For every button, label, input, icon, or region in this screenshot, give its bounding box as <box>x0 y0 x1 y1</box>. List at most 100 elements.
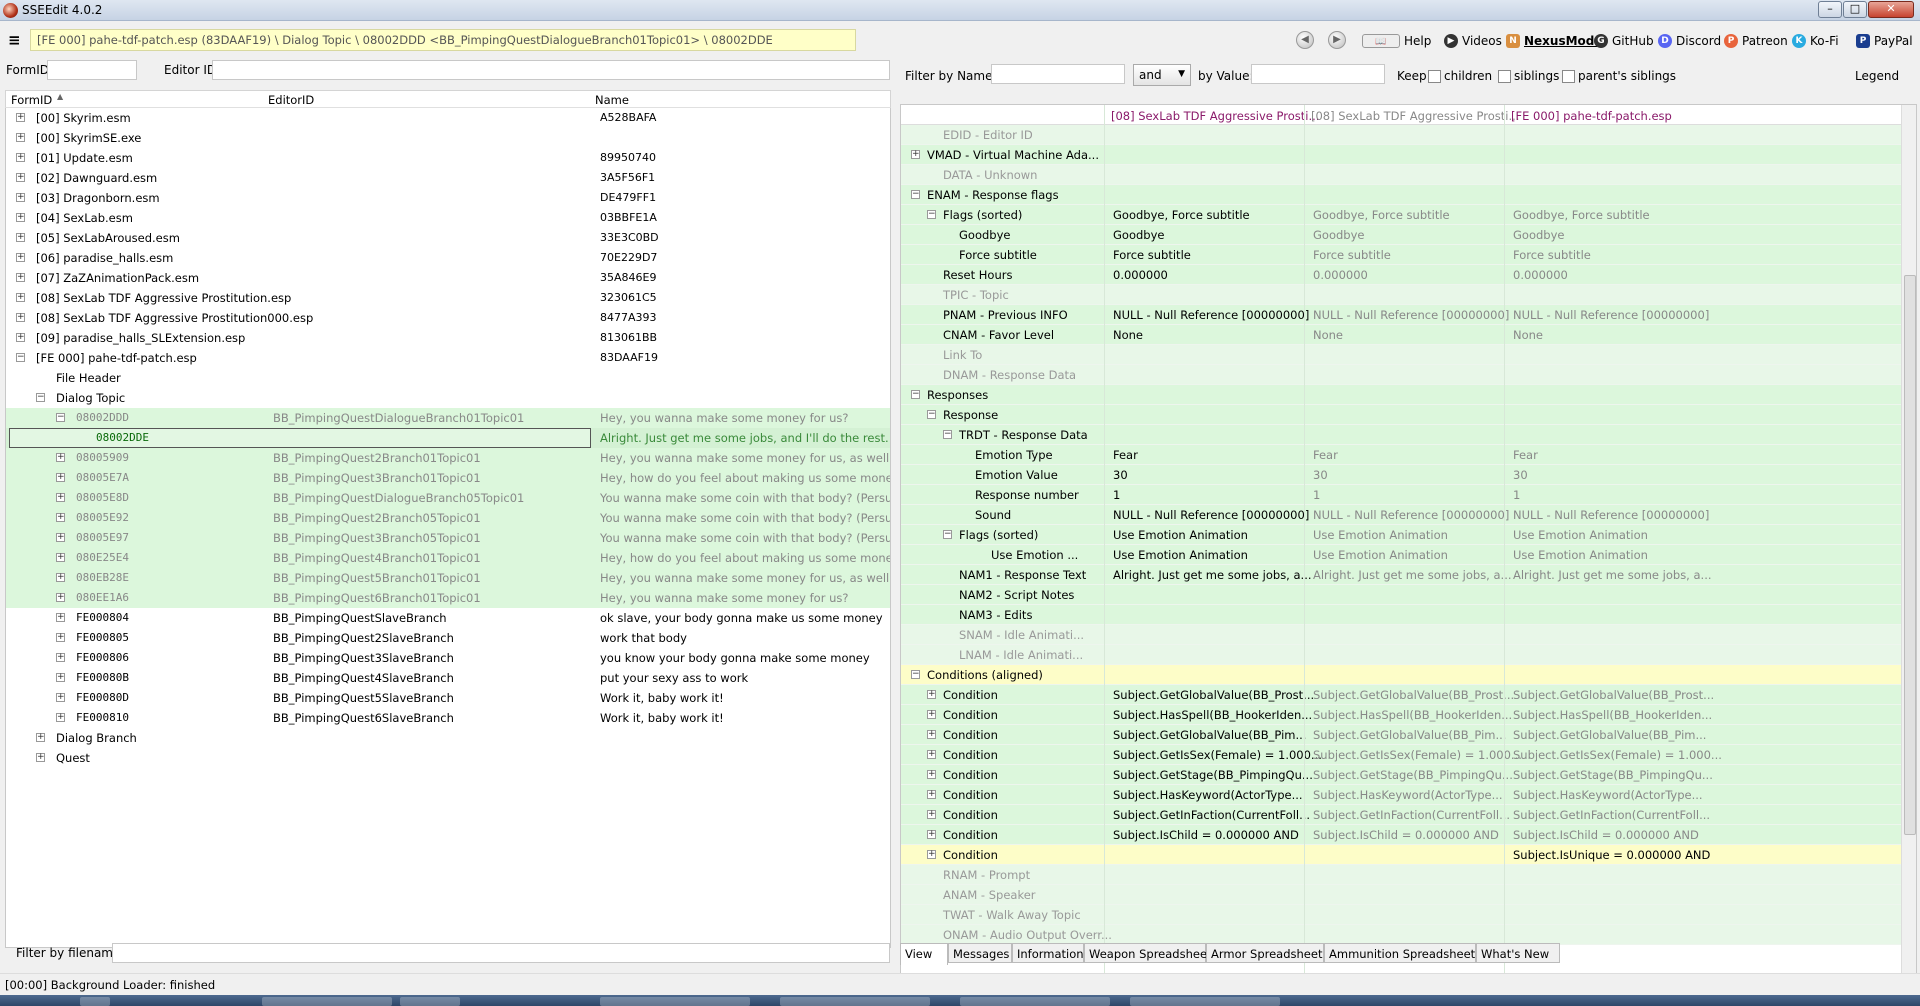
keep-siblings-checkbox[interactable] <box>1498 70 1511 83</box>
filter-filename-input[interactable] <box>112 943 890 963</box>
minimize-button[interactable]: – <box>1818 1 1842 18</box>
tree-row[interactable]: + [00] SkyrimSE.exe <box>6 128 890 148</box>
collapse-icon[interactable]: − <box>927 410 936 419</box>
expand-icon[interactable]: + <box>16 273 25 282</box>
expand-icon[interactable]: + <box>927 850 936 859</box>
record-row[interactable]: ONAM - Audio Output Overr... <box>901 925 1901 945</box>
record-row[interactable]: Response number 1 1 1 <box>901 485 1901 505</box>
expand-icon[interactable]: + <box>927 810 936 819</box>
record-row[interactable]: EDID - Editor ID <box>901 125 1901 145</box>
record-row[interactable]: + Condition Subject.GetInFaction(CurrentFo… <box>901 805 1901 825</box>
record-row[interactable]: − Flags (sorted) Use Emotion Animation Use … <box>901 525 1901 545</box>
column-plugin-3[interactable]: [FE 000] pahe-tdf-patch.esp <box>1511 109 1672 123</box>
expand-icon[interactable]: + <box>56 473 65 482</box>
expand-icon[interactable]: + <box>56 633 65 642</box>
scrollbar-thumb[interactable] <box>1904 275 1916 835</box>
expand-icon[interactable]: + <box>56 493 65 502</box>
tab-armor-spreadsheet[interactable]: Armor Spreadsheet <box>1206 943 1324 963</box>
expand-icon[interactable]: + <box>56 613 65 622</box>
record-row[interactable]: Goodbye Goodbye Goodbye Goodbye <box>901 225 1901 245</box>
expand-icon[interactable]: + <box>911 150 920 159</box>
expand-icon[interactable]: + <box>16 193 25 202</box>
tree-row[interactable]: + [08] SexLab TDF Aggressive Prostitution… <box>6 308 890 328</box>
filter-name-input[interactable] <box>991 64 1125 84</box>
record-tree[interactable]: + [00] Skyrim.esm A528BAFA + [00] SkyrimSE.e… <box>5 108 891 948</box>
tab-weapon-spreadsheet[interactable]: Weapon Spreadsheet <box>1084 943 1212 963</box>
tab-view[interactable]: View <box>900 943 948 965</box>
record-row[interactable]: + Condition Subject.HasKeyword(ActorType..… <box>901 785 1901 805</box>
record-row[interactable]: PNAM - Previous INFO NULL - Null Referenc… <box>901 305 1901 325</box>
expand-icon[interactable]: + <box>927 750 936 759</box>
tree-row[interactable]: + [01] Update.esm 89950740 <box>6 148 890 168</box>
record-row[interactable]: TPIC - Topic <box>901 285 1901 305</box>
help-link[interactable]: 📖 Help <box>1362 32 1438 50</box>
nexusmods-link[interactable]: N NexusMods <box>1506 32 1602 50</box>
record-row[interactable]: + Condition Subject.GetIsSex(Female) = 1.0… <box>901 745 1901 765</box>
record-row[interactable]: Emotion Type Fear Fear Fear <box>901 445 1901 465</box>
discord-link[interactable]: D Discord <box>1658 32 1722 50</box>
forward-icon[interactable]: ▶ <box>1328 31 1346 49</box>
expand-icon[interactable]: + <box>927 790 936 799</box>
record-row[interactable]: ANAM - Speaker <box>901 885 1901 905</box>
tree-row[interactable]: +08005E92 BB_PimpingQuest2Branch05Topic01… <box>6 508 890 528</box>
expand-icon[interactable]: + <box>16 153 25 162</box>
tree-row[interactable]: +08005E7A BB_PimpingQuest3Branch01Topic01… <box>6 468 890 488</box>
tree-row[interactable]: + [00] Skyrim.esm A528BAFA <box>6 108 890 128</box>
vertical-scrollbar[interactable] <box>1901 105 1916 994</box>
collapse-icon[interactable]: − <box>16 353 25 362</box>
tree-row[interactable]: + Dialog Branch <box>6 728 890 748</box>
tree-row[interactable]: + [02] Dawnguard.esm 3A5F56F1 <box>6 168 890 188</box>
tab-information[interactable]: Information <box>1012 943 1084 963</box>
taskbar-item[interactable] <box>262 997 392 1006</box>
collapse-icon[interactable]: − <box>943 430 952 439</box>
expand-icon[interactable]: + <box>16 293 25 302</box>
record-row[interactable]: NAM2 - Script Notes <box>901 585 1901 605</box>
record-row[interactable]: + Condition Subject.IsChild = 0.000000 AND… <box>901 825 1901 845</box>
and-or-select[interactable]: and ▼ <box>1133 64 1191 86</box>
collapse-icon[interactable]: − <box>911 190 920 199</box>
tree-row[interactable]: +080E25E4 BB_PimpingQuest4Branch01Topic01… <box>6 548 890 568</box>
videos-link[interactable]: ▶ Videos <box>1444 32 1504 50</box>
record-view-grid[interactable]: [08] SexLab TDF Aggressive Prosti... [08… <box>900 104 1917 995</box>
expand-icon[interactable]: + <box>16 253 25 262</box>
expand-icon[interactable]: + <box>927 690 936 699</box>
taskbar-item[interactable] <box>960 997 1110 1006</box>
tree-row[interactable]: File Header <box>6 368 890 388</box>
tree-row[interactable]: + [07] ZaZAnimationPack.esm 35A846E9 <box>6 268 890 288</box>
keep-children-checkbox[interactable] <box>1428 70 1441 83</box>
tree-row[interactable]: +08005E97 BB_PimpingQuest3Branch05Topic01… <box>6 528 890 548</box>
formid-input[interactable] <box>47 60 137 80</box>
record-row[interactable]: NAM3 - Edits <box>901 605 1901 625</box>
column-formid[interactable]: FormID <box>11 93 52 107</box>
expand-icon[interactable]: + <box>56 593 65 602</box>
record-row[interactable]: − Conditions (aligned) <box>901 665 1901 685</box>
maximize-button[interactable]: □ <box>1843 1 1867 18</box>
tab-what-s-new[interactable]: What's New <box>1476 943 1560 963</box>
record-row[interactable]: + Condition Subject.GetGlobalValue(BB_Pim.… <box>901 725 1901 745</box>
expand-icon[interactable]: + <box>927 710 936 719</box>
close-button[interactable]: ✕ <box>1868 1 1914 18</box>
record-row[interactable]: + Condition Subject.IsUnique = 0.000000 AN… <box>901 845 1901 865</box>
column-plugin-1[interactable]: [08] SexLab TDF Aggressive Prosti... <box>1111 109 1319 123</box>
column-editorid[interactable]: EditorID <box>268 93 314 107</box>
kofi-link[interactable]: K Ko-Fi <box>1792 32 1844 50</box>
record-row[interactable]: − Response <box>901 405 1901 425</box>
expand-icon[interactable]: + <box>16 173 25 182</box>
back-icon[interactable]: ◀ <box>1296 31 1314 49</box>
tree-row[interactable]: + FE000806 BB_PimpingQuest3SlaveBranch you … <box>6 648 890 668</box>
record-row[interactable]: + Condition Subject.HasSpell(BB_HookerIden… <box>901 705 1901 725</box>
expand-icon[interactable]: + <box>56 653 65 662</box>
expand-icon[interactable]: + <box>927 830 936 839</box>
expand-icon[interactable]: + <box>56 513 65 522</box>
expand-icon[interactable]: + <box>16 233 25 242</box>
collapse-icon[interactable]: − <box>911 390 920 399</box>
tree-row[interactable]: + FE00080D BB_PimpingQuest5SlaveBranch Work… <box>6 688 890 708</box>
record-row[interactable]: DNAM - Response Data <box>901 365 1901 385</box>
tree-row[interactable]: +08005E8D BB_PimpingQuestDialogueBranch05… <box>6 488 890 508</box>
tree-row[interactable]: + [04] SexLab.esm 03BBFE1A <box>6 208 890 228</box>
record-row[interactable]: + Condition Subject.GetStage(BB_PimpingQu.… <box>901 765 1901 785</box>
tree-row[interactable]: − [FE 000] pahe-tdf-patch.esp 83DAAF19 <box>6 348 890 368</box>
tree-row[interactable]: + Quest <box>6 748 890 768</box>
tree-row[interactable]: +080EB28E BB_PimpingQuest5Branch01Topic01… <box>6 568 890 588</box>
collapse-icon[interactable]: − <box>927 210 936 219</box>
